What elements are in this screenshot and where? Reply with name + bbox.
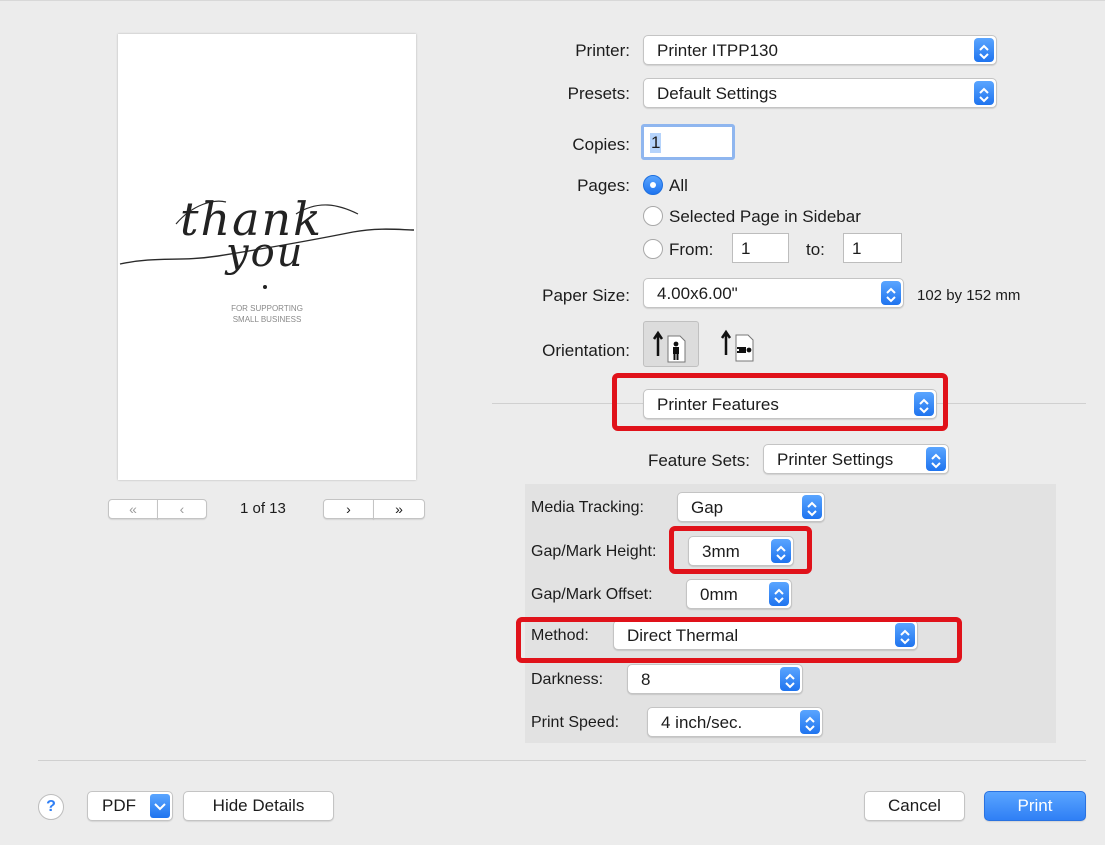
highlight-gap-height xyxy=(669,526,812,574)
pages-selected-label: Selected Page in Sidebar xyxy=(669,207,861,226)
pages-to-input[interactable]: 1 xyxy=(843,233,902,263)
feature-sets-label: Feature Sets: xyxy=(647,451,750,470)
print-speed-select[interactable]: 4 inch/sec. xyxy=(647,707,823,737)
help-button[interactable]: ? xyxy=(38,794,64,820)
pages-from-radio[interactable] xyxy=(643,239,663,259)
help-icon: ? xyxy=(46,798,56,815)
feature-sets-select[interactable]: Printer Settings xyxy=(763,444,949,474)
cancel-button[interactable]: Cancel xyxy=(864,791,965,821)
pages-label: Pages: xyxy=(577,176,630,195)
previous-page-button[interactable]: ‹ xyxy=(157,499,207,519)
copies-value: 1 xyxy=(650,133,662,153)
hide-details-button[interactable]: Hide Details xyxy=(183,791,334,821)
next-page-button[interactable]: › xyxy=(323,499,374,519)
updown-arrows-icon xyxy=(881,281,901,305)
updown-arrows-icon xyxy=(780,667,800,691)
pdf-label: PDF xyxy=(102,796,136,815)
preview-caption-line2: SMALL BUSINESS xyxy=(232,315,302,324)
highlight-method xyxy=(516,617,962,663)
print-button[interactable]: Print xyxy=(984,791,1086,821)
updown-arrows-icon xyxy=(800,710,820,734)
print-speed-value: 4 inch/sec. xyxy=(661,713,743,732)
updown-arrows-icon xyxy=(974,81,994,105)
chevron-right-icon: › xyxy=(346,501,351,517)
updown-arrows-icon xyxy=(769,582,789,606)
updown-arrows-icon xyxy=(974,38,994,62)
landscape-person-icon xyxy=(720,329,754,362)
page-preview: thank you FOR SUPPORTING SMALL BUSINESS xyxy=(118,34,416,480)
printer-value: Printer ITPP130 xyxy=(657,41,778,60)
preview-script-you: you xyxy=(226,230,305,276)
footer-separator xyxy=(38,760,1086,761)
copies-label: Copies: xyxy=(572,135,630,154)
paper-size-dimensions: 102 by 152 mm xyxy=(917,287,1021,304)
window-top-edge xyxy=(0,0,1105,1)
darkness-value: 8 xyxy=(641,670,651,689)
page-indicator: 1 of 13 xyxy=(240,500,286,517)
updown-arrows-icon xyxy=(802,495,822,519)
gap-offset-value: 0mm xyxy=(700,585,738,604)
pages-all-radio[interactable] xyxy=(643,175,663,195)
pages-from-label: From: xyxy=(669,240,714,259)
pages-selected-radio[interactable] xyxy=(643,206,663,226)
presets-select[interactable]: Default Settings xyxy=(643,78,997,108)
preview-caption-line1: FOR SUPPORTING xyxy=(231,304,303,313)
presets-label: Presets: xyxy=(567,84,630,103)
print-speed-label: Print Speed: xyxy=(531,714,620,731)
gap-offset-select[interactable]: 0mm xyxy=(686,579,792,609)
media-tracking-label: Media Tracking: xyxy=(531,499,644,516)
paper-size-label: Paper Size: xyxy=(542,286,630,305)
last-page-button[interactable]: » xyxy=(373,499,425,519)
pdf-menu-button[interactable]: PDF xyxy=(87,791,173,821)
orientation-label: Orientation: xyxy=(542,341,630,360)
first-page-button[interactable]: « xyxy=(108,499,158,519)
highlight-section-select xyxy=(612,373,948,431)
chevron-left-icon: ‹ xyxy=(179,501,185,517)
gap-height-label: Gap/Mark Height: xyxy=(531,543,657,560)
double-chevron-left-icon: « xyxy=(129,501,137,517)
pages-from-value: 1 xyxy=(741,239,751,258)
paper-size-select[interactable]: 4.00x6.00" xyxy=(643,278,904,308)
feature-sets-value: Printer Settings xyxy=(777,450,894,469)
media-tracking-select[interactable]: Gap xyxy=(677,492,825,522)
pages-to-label: to: xyxy=(806,240,825,259)
pages-all-label: All xyxy=(669,176,688,195)
printer-label: Printer: xyxy=(575,41,630,60)
features-panel xyxy=(525,484,1056,743)
copies-input[interactable]: 1 xyxy=(641,124,735,160)
darkness-label: Darkness: xyxy=(531,671,604,688)
updown-arrows-icon xyxy=(926,447,946,471)
media-tracking-value: Gap xyxy=(691,498,724,517)
pages-to-value: 1 xyxy=(852,239,862,258)
double-chevron-right-icon: » xyxy=(395,501,403,517)
orientation-landscape-button[interactable] xyxy=(712,321,770,367)
portrait-person-icon xyxy=(652,330,686,363)
pages-from-input[interactable]: 1 xyxy=(732,233,789,263)
paper-size-value: 4.00x6.00" xyxy=(657,284,738,303)
darkness-select[interactable]: 8 xyxy=(627,664,803,694)
printer-select[interactable]: Printer ITPP130 xyxy=(643,35,997,65)
gap-offset-label: Gap/Mark Offset: xyxy=(531,586,653,603)
orientation-portrait-button[interactable] xyxy=(643,321,699,367)
chevron-down-icon xyxy=(150,794,170,818)
presets-value: Default Settings xyxy=(657,84,778,103)
